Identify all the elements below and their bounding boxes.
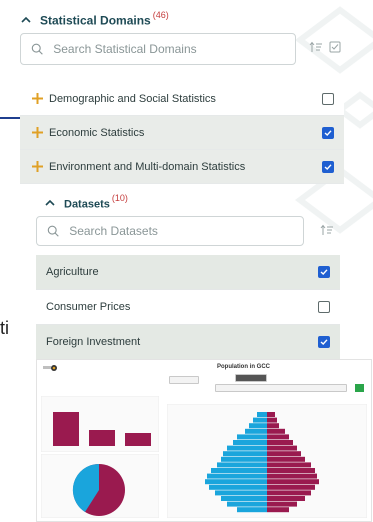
domains-title: Statistical Domains (46) [40,10,169,28]
thumbnail-pie-chart [41,454,159,518]
pyramid-bar-male [253,417,267,423]
pyramid-bar-female [267,440,293,445]
checkbox[interactable] [322,92,334,105]
pyramid-bar-female [267,462,311,468]
pyramid-bar-male [209,484,267,490]
pyramid-bar-female [267,479,319,485]
sort-icon[interactable] [309,41,323,53]
thumbnail-tabs [215,384,347,392]
pyramid-bar-female [267,501,297,507]
thumbnail-button [235,374,267,382]
pyramid-bar-male [233,440,267,445]
domains-search-input[interactable] [51,41,295,57]
datasets-header[interactable]: Datasets(10) [44,193,128,212]
search-icon [31,43,43,55]
checkbox-checked[interactable] [322,160,334,173]
pyramid-bar-female [267,412,275,417]
pyramid-bar-male [227,445,267,451]
pyramid-bar-male [223,451,267,457]
pyramid-bar-female [267,484,315,490]
domains-header[interactable]: Statistical Domains (46) [20,10,169,29]
check-icon [320,269,328,275]
pyramid-bar-female [267,423,279,429]
dataset-item-foreign-investment[interactable]: Foreign Investment [36,325,340,360]
checkbox-checked[interactable] [318,336,330,348]
pyramid-bar-female [267,468,315,473]
dataset-item-consumer-prices[interactable]: Consumer Prices [36,290,340,325]
pyramid-bar-female [267,451,301,457]
pyramid-bar-male [227,501,267,507]
datasets-sort-controls [320,224,334,236]
pyramid-bar-male [205,479,267,485]
expand-plus-icon[interactable] [32,161,43,172]
pyramid-bar-male [245,428,267,434]
domain-item-label: Environment and Multi-domain Statistics [49,160,246,173]
checkbox[interactable] [318,301,330,313]
check-icon [320,339,328,345]
chevron-up-icon [45,199,55,206]
pyramid-bar-male [211,468,267,473]
pyramid-bar-male [207,473,267,479]
dataset-item-label: Foreign Investment [46,336,141,348]
pyramid-bar-male [237,434,267,440]
datasets-search-input[interactable] [67,223,303,239]
domain-item-environment[interactable]: Environment and Multi-domain Statistics [20,150,344,184]
domains-list: Demographic and Social Statistics Econom… [20,82,344,184]
pyramid-bar-female [267,445,297,451]
datasets-list: Agriculture Consumer Prices Foreign Inve… [36,255,340,360]
domains-search-box[interactable] [20,33,296,65]
expand-plus-icon[interactable] [32,127,43,138]
domain-item-label: Economic Statistics [49,126,145,139]
dashboard-thumbnail[interactable]: Population in GCC [36,359,372,522]
thumbnail-filter [169,376,199,384]
pyramid-bar-female [267,473,317,479]
thumbnail-pyramid-chart [167,404,367,518]
datasets-search-box[interactable] [36,216,304,246]
pyramid-bar-male [249,423,267,429]
pyramid-bar-female [267,417,277,423]
domain-item-economic[interactable]: Economic Statistics [20,116,344,150]
select-all-icon[interactable] [329,41,341,53]
pyramid-bar-male [237,507,267,513]
domain-item-label: Demographic and Social Statistics [49,92,216,105]
pyramid-bar-female [267,428,285,434]
pyramid-bar-female [267,434,289,440]
domain-item-demographic[interactable]: Demographic and Social Statistics [20,82,344,116]
checkbox-checked[interactable] [318,266,330,278]
thumbnail-bar-chart [41,396,159,452]
pyramid-bar-female [267,507,289,513]
sort-icon[interactable] [320,224,334,236]
pyramid-bar-female [267,490,311,496]
check-icon [324,129,332,136]
expand-plus-icon[interactable] [32,93,43,104]
dataset-item-label: Consumer Prices [46,301,131,313]
pyramid-bar-male [215,490,267,496]
dataset-item-agriculture[interactable]: Agriculture [36,255,340,290]
check-icon [324,163,332,170]
checkbox-checked[interactable] [322,126,334,139]
thumbnail-green-button [355,384,364,392]
thumbnail-title: Population in GCC [217,364,270,370]
logo-icon [43,365,57,371]
background-partial-text: ti [0,318,9,338]
pyramid-bar-male [257,412,267,417]
datasets-title: Datasets(10) [64,193,128,211]
pyramid-bar-male [221,496,267,501]
pyramid-bar-female [267,496,305,501]
domains-sort-controls [309,41,341,53]
pyramid-bar-male [217,462,267,468]
chevron-up-icon [21,16,31,23]
dataset-item-label: Agriculture [46,266,99,278]
pyramid-bar-male [221,456,267,462]
pyramid-bar-female [267,456,305,462]
search-icon [47,225,59,237]
